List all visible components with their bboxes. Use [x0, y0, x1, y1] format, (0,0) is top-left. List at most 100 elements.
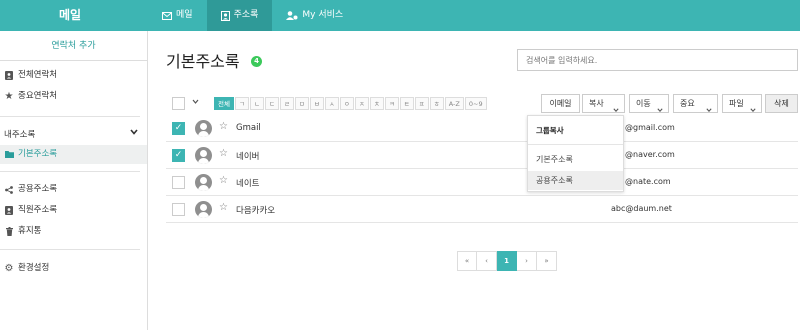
- page-last-button[interactable]: »: [537, 251, 557, 271]
- filter-ieung[interactable]: ㅇ: [339, 97, 354, 110]
- search-input[interactable]: [517, 49, 798, 71]
- copy-button-label: 복사: [589, 99, 604, 108]
- page-title: 기본주소록: [166, 52, 240, 71]
- star-icon[interactable]: ☆: [219, 175, 228, 186]
- nav-tab-mail[interactable]: 메일: [148, 0, 207, 31]
- contact-row[interactable]: ☆ 다음카카오 abc@daum.net: [166, 196, 798, 223]
- filter-bieup[interactable]: ㅂ: [309, 97, 324, 110]
- contacts-icon: [220, 10, 230, 21]
- contact-name[interactable]: 다음카카오: [236, 204, 275, 216]
- filter-siot[interactable]: ㅅ: [324, 97, 339, 110]
- sidebar-item-shared-address-book[interactable]: 공용주소록: [0, 180, 147, 199]
- nav-tab-label: 메일: [176, 10, 193, 20]
- filter-giyeok[interactable]: ㄱ: [234, 97, 249, 110]
- sidebar: 연락처 추가 전체연락처 ★ 중요연락처 내주소록 기본주소록 공용주소록 직원…: [0, 31, 148, 330]
- address-card-icon: [4, 71, 14, 80]
- user-icon: [286, 11, 298, 20]
- filter-chieut[interactable]: ㅊ: [369, 97, 384, 110]
- contact-email: @gmail.com: [625, 123, 675, 132]
- sidebar-item-label: 중요연락처: [18, 91, 58, 101]
- filter-a-z[interactable]: A-Z: [444, 97, 464, 110]
- file-dropdown-button[interactable]: 파일: [722, 94, 762, 113]
- sidebar-item-label: 전체연락처: [18, 70, 58, 80]
- share-icon: [4, 185, 14, 194]
- select-all-checkbox[interactable]: [172, 97, 185, 110]
- contact-email: @naver.com: [625, 150, 675, 159]
- sidebar-item-all-contacts[interactable]: 전체연락처: [0, 66, 147, 85]
- avatar: [195, 120, 212, 137]
- filter-pieup[interactable]: ㅍ: [414, 97, 429, 110]
- avatar: [195, 147, 212, 164]
- copy-dropdown-button[interactable]: 복사: [582, 94, 625, 113]
- nav-tab-label: 주소록: [233, 10, 259, 20]
- contact-name[interactable]: 네이버: [236, 150, 259, 162]
- sidebar-item-staff-address-book[interactable]: 직원주소록: [0, 201, 147, 220]
- important-dropdown-button[interactable]: 중요: [673, 94, 718, 113]
- contact-row[interactable]: ☆ 네이트 @nate.com: [166, 169, 798, 196]
- star-icon[interactable]: ☆: [219, 148, 228, 159]
- filter-hieut[interactable]: ㅎ: [429, 97, 444, 110]
- sidebar-item-basic-address-book[interactable]: 기본주소록: [0, 145, 147, 164]
- select-options-chevron-down-icon[interactable]: [192, 98, 199, 106]
- gear-icon: ⚙: [4, 263, 14, 274]
- contact-name[interactable]: 네이트: [236, 177, 259, 189]
- move-dropdown-button[interactable]: 이동: [629, 94, 669, 113]
- contact-name[interactable]: Gmail: [236, 123, 261, 133]
- folder-icon: [4, 151, 14, 158]
- sidebar-item-label: 환경설정: [18, 263, 50, 273]
- star-icon[interactable]: ☆: [219, 121, 228, 132]
- add-contact-button[interactable]: 연락처 추가: [0, 31, 147, 61]
- filter-digeut[interactable]: ㄷ: [264, 97, 279, 110]
- contact-email: abc@daum.net: [611, 204, 672, 213]
- filter-rieul[interactable]: ㄹ: [279, 97, 294, 110]
- email-button[interactable]: 이메일: [541, 94, 580, 113]
- row-checkbox[interactable]: [172, 176, 185, 189]
- filter-jieut[interactable]: ㅈ: [354, 97, 369, 110]
- row-checkbox[interactable]: [172, 203, 185, 216]
- sidebar-group-my-address-book[interactable]: 내주소록: [4, 128, 138, 140]
- top-navigation-bar: 메일 메일 주소록 My 서비스: [0, 0, 800, 31]
- avatar: [195, 201, 212, 218]
- star-icon[interactable]: ☆: [219, 202, 228, 213]
- row-checkbox[interactable]: ✓: [172, 122, 185, 135]
- sidebar-item-trash[interactable]: 휴지통: [0, 222, 147, 241]
- row-checkbox[interactable]: ✓: [172, 149, 185, 162]
- sidebar-item-label: 기본주소록: [18, 149, 58, 159]
- contact-row[interactable]: ✓ ☆ 네이버 @naver.com: [166, 142, 798, 169]
- page-current-button[interactable]: 1: [497, 251, 517, 271]
- sidebar-group-label: 내주소록: [4, 130, 36, 140]
- mail-icon: [162, 11, 172, 20]
- contact-email: @nate.com: [625, 177, 671, 186]
- avatar: [195, 174, 212, 191]
- page-prev-button[interactable]: ‹: [477, 251, 497, 271]
- dropdown-item-shared-address-book[interactable]: 공용주소록: [528, 171, 623, 190]
- sidebar-item-label: 휴지통: [18, 226, 42, 236]
- sidebar-divider: [0, 249, 140, 250]
- filter-mieum[interactable]: ㅁ: [294, 97, 309, 110]
- pagination: « ‹ 1 › »: [457, 251, 557, 271]
- page-first-button[interactable]: «: [457, 251, 477, 271]
- page-next-button[interactable]: ›: [517, 251, 537, 271]
- sidebar-item-settings[interactable]: ⚙ 환경설정: [0, 259, 147, 278]
- important-button-label: 중요: [680, 99, 695, 108]
- contact-row[interactable]: ✓ ☆ Gmail @gmail.com: [166, 115, 798, 142]
- nav-tab-contacts[interactable]: 주소록: [206, 0, 273, 31]
- trash-icon: [4, 227, 14, 236]
- main-nav: 메일 주소록 My 서비스: [148, 0, 357, 31]
- filter-nieun[interactable]: ㄴ: [249, 97, 264, 110]
- id-card-icon: [4, 206, 14, 215]
- filter-kieuk[interactable]: ㅋ: [384, 97, 399, 110]
- app-brand[interactable]: 메일: [0, 0, 140, 31]
- filter-all[interactable]: 전체: [214, 97, 234, 110]
- initial-filter-bar: 전체 ㄱ ㄴ ㄷ ㄹ ㅁ ㅂ ㅅ ㅇ ㅈ ㅊ ㅋ ㅌ ㅍ ㅎ A-Z 0~9: [214, 97, 488, 110]
- nav-tab-my-service[interactable]: My 서비스: [272, 0, 357, 31]
- sidebar-item-important-contacts[interactable]: ★ 중요연락처: [0, 87, 147, 106]
- sidebar-item-label: 공용주소록: [18, 184, 58, 194]
- delete-button[interactable]: 삭제: [765, 94, 798, 113]
- copy-group-dropdown-menu: 그룹복사 기본주소록 공용주소록: [527, 115, 624, 192]
- sidebar-divider: [0, 116, 140, 117]
- move-button-label: 이동: [636, 99, 651, 108]
- filter-0-9[interactable]: 0~9: [464, 97, 487, 110]
- filter-tieut[interactable]: ㅌ: [399, 97, 414, 110]
- dropdown-item-basic-address-book[interactable]: 기본주소록: [528, 150, 623, 169]
